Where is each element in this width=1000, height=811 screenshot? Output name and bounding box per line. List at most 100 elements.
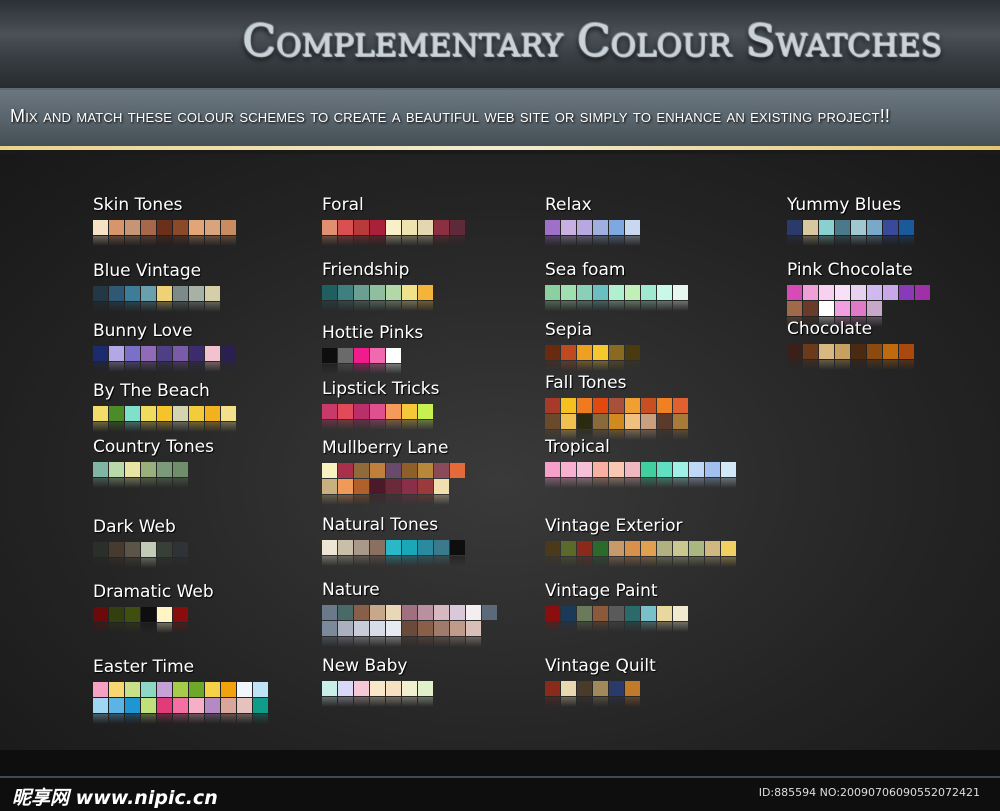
color-swatch[interactable] xyxy=(109,682,124,697)
color-swatch[interactable] xyxy=(819,220,834,235)
color-swatch[interactable] xyxy=(867,285,882,300)
color-swatch[interactable] xyxy=(93,286,108,301)
color-swatch[interactable] xyxy=(883,220,898,235)
color-swatch[interactable] xyxy=(370,681,385,696)
color-swatch[interactable] xyxy=(609,462,624,477)
color-swatch[interactable] xyxy=(593,220,608,235)
color-swatch[interactable] xyxy=(593,285,608,300)
color-swatch[interactable] xyxy=(354,404,369,419)
color-swatch[interactable] xyxy=(851,220,866,235)
color-swatch[interactable] xyxy=(354,479,369,494)
color-swatch[interactable] xyxy=(157,607,172,622)
color-swatch[interactable] xyxy=(237,682,252,697)
color-swatch[interactable] xyxy=(157,682,172,697)
color-swatch[interactable] xyxy=(173,220,188,235)
color-swatch[interactable] xyxy=(141,542,156,557)
color-swatch[interactable] xyxy=(609,414,624,429)
color-swatch[interactable] xyxy=(93,542,108,557)
color-swatch[interactable] xyxy=(450,621,465,636)
color-swatch[interactable] xyxy=(141,406,156,421)
color-swatch[interactable] xyxy=(322,348,337,363)
color-swatch[interactable] xyxy=(205,286,220,301)
color-swatch[interactable] xyxy=(386,540,401,555)
color-swatch[interactable] xyxy=(157,406,172,421)
color-swatch[interactable] xyxy=(545,541,560,556)
color-swatch[interactable] xyxy=(157,462,172,477)
color-swatch[interactable] xyxy=(386,285,401,300)
color-swatch[interactable] xyxy=(173,346,188,361)
color-swatch[interactable] xyxy=(625,220,640,235)
color-swatch[interactable] xyxy=(577,681,592,696)
color-swatch[interactable] xyxy=(418,621,433,636)
color-swatch[interactable] xyxy=(109,542,124,557)
color-swatch[interactable] xyxy=(157,286,172,301)
color-swatch[interactable] xyxy=(141,698,156,713)
color-swatch[interactable] xyxy=(354,621,369,636)
color-swatch[interactable] xyxy=(402,479,417,494)
color-swatch[interactable] xyxy=(450,605,465,620)
color-swatch[interactable] xyxy=(803,285,818,300)
color-swatch[interactable] xyxy=(237,698,252,713)
color-swatch[interactable] xyxy=(386,348,401,363)
color-swatch[interactable] xyxy=(402,605,417,620)
color-swatch[interactable] xyxy=(915,285,930,300)
color-swatch[interactable] xyxy=(93,607,108,622)
color-swatch[interactable] xyxy=(609,285,624,300)
color-swatch[interactable] xyxy=(370,621,385,636)
color-swatch[interactable] xyxy=(577,285,592,300)
color-swatch[interactable] xyxy=(819,301,834,316)
color-swatch[interactable] xyxy=(93,346,108,361)
color-swatch[interactable] xyxy=(370,220,385,235)
color-swatch[interactable] xyxy=(109,286,124,301)
color-swatch[interactable] xyxy=(450,220,465,235)
color-swatch[interactable] xyxy=(386,621,401,636)
color-swatch[interactable] xyxy=(354,605,369,620)
color-swatch[interactable] xyxy=(189,220,204,235)
color-swatch[interactable] xyxy=(125,286,140,301)
color-swatch[interactable] xyxy=(370,404,385,419)
color-swatch[interactable] xyxy=(803,220,818,235)
color-swatch[interactable] xyxy=(689,541,704,556)
color-swatch[interactable] xyxy=(141,286,156,301)
color-swatch[interactable] xyxy=(386,605,401,620)
color-swatch[interactable] xyxy=(418,681,433,696)
color-swatch[interactable] xyxy=(370,285,385,300)
color-swatch[interactable] xyxy=(189,346,204,361)
color-swatch[interactable] xyxy=(434,220,449,235)
color-swatch[interactable] xyxy=(721,462,736,477)
color-swatch[interactable] xyxy=(125,682,140,697)
color-swatch[interactable] xyxy=(657,606,672,621)
color-swatch[interactable] xyxy=(322,605,337,620)
color-swatch[interactable] xyxy=(577,606,592,621)
color-swatch[interactable] xyxy=(577,414,592,429)
color-swatch[interactable] xyxy=(322,220,337,235)
color-swatch[interactable] xyxy=(338,404,353,419)
color-swatch[interactable] xyxy=(434,540,449,555)
color-swatch[interactable] xyxy=(561,462,576,477)
color-swatch[interactable] xyxy=(402,404,417,419)
color-swatch[interactable] xyxy=(899,285,914,300)
color-swatch[interactable] xyxy=(386,220,401,235)
color-swatch[interactable] xyxy=(173,607,188,622)
color-swatch[interactable] xyxy=(109,220,124,235)
color-swatch[interactable] xyxy=(625,398,640,413)
color-swatch[interactable] xyxy=(418,404,433,419)
color-swatch[interactable] xyxy=(673,606,688,621)
color-swatch[interactable] xyxy=(657,462,672,477)
color-swatch[interactable] xyxy=(835,285,850,300)
color-swatch[interactable] xyxy=(883,285,898,300)
color-swatch[interactable] xyxy=(125,607,140,622)
color-swatch[interactable] xyxy=(125,462,140,477)
color-swatch[interactable] xyxy=(705,462,720,477)
color-swatch[interactable] xyxy=(354,285,369,300)
color-swatch[interactable] xyxy=(386,463,401,478)
color-swatch[interactable] xyxy=(189,286,204,301)
color-swatch[interactable] xyxy=(545,606,560,621)
color-swatch[interactable] xyxy=(899,344,914,359)
color-swatch[interactable] xyxy=(125,220,140,235)
color-swatch[interactable] xyxy=(705,541,720,556)
color-swatch[interactable] xyxy=(338,463,353,478)
color-swatch[interactable] xyxy=(787,285,802,300)
color-swatch[interactable] xyxy=(322,540,337,555)
color-swatch[interactable] xyxy=(577,345,592,360)
